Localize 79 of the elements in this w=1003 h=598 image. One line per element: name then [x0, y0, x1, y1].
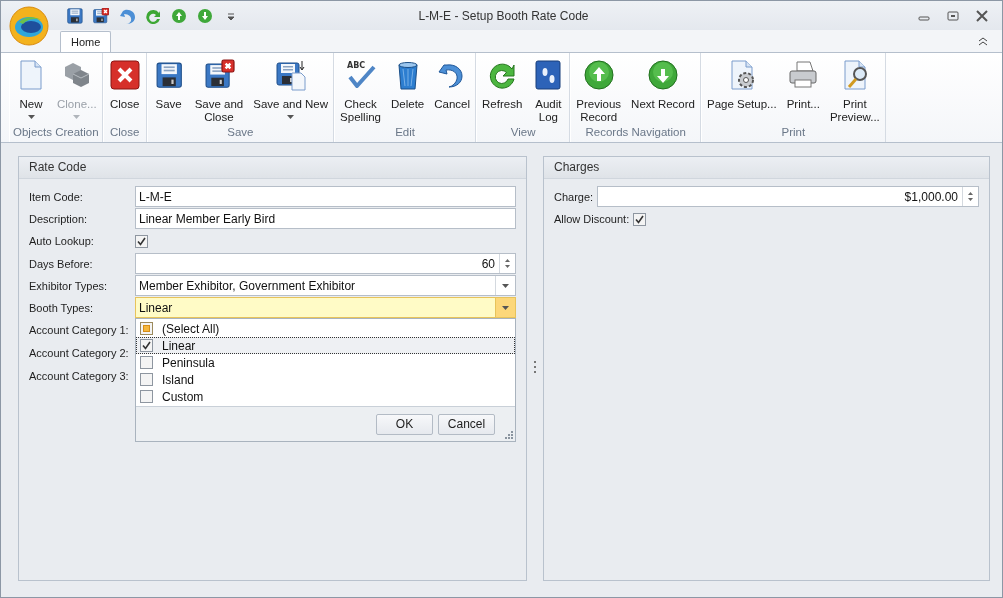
- floppy-icon: [202, 59, 235, 91]
- checkbox[interactable]: [140, 356, 153, 369]
- checkbox[interactable]: [140, 373, 153, 386]
- ribbon-button[interactable]: Previous Record: [571, 59, 627, 125]
- list-item[interactable]: Linear: [136, 337, 515, 354]
- field-label: Account Category 1:: [29, 324, 130, 336]
- collapse-icon[interactable]: [978, 36, 988, 46]
- spin-field[interactable]: $1,000.00: [597, 186, 979, 207]
- close-icon[interactable]: [976, 9, 988, 22]
- window-title: L-M-E - Setup Booth Rate Code: [417, 8, 590, 23]
- ribbon-button[interactable]: Next Record: [626, 59, 700, 125]
- ribbon-tab[interactable]: Home: [60, 31, 112, 52]
- field-label: Account Category 3:: [29, 370, 130, 382]
- spin-down-icon[interactable]: [968, 198, 973, 201]
- input-field[interactable]: Linear Member Early Bird: [135, 208, 516, 229]
- field-label: Exhibitor Types:: [29, 279, 109, 292]
- ribbon-button[interactable]: Save and New: [248, 59, 334, 125]
- field-label: Item Code:: [29, 190, 84, 203]
- ribbon-button[interactable]: Refresh: [477, 59, 528, 125]
- spin-down-icon[interactable]: [505, 265, 510, 268]
- ribbon-button[interactable]: Save and Close: [189, 59, 249, 125]
- ribbon-button[interactable]: ABC Check Spelling: [335, 59, 386, 125]
- group-label: Save: [226, 125, 255, 140]
- floppy-icon[interactable]: [93, 7, 109, 24]
- ribbon-button[interactable]: Close: [103, 59, 146, 125]
- group-label: Records Navigation: [584, 125, 687, 140]
- input-field[interactable]: L-M-E: [135, 186, 516, 207]
- field-label: Account Category 2:: [29, 347, 130, 359]
- ribbon-button[interactable]: Print Preview...: [824, 59, 885, 125]
- checkbox[interactable]: [135, 234, 148, 248]
- field-label: Days Before:: [29, 257, 94, 270]
- spin-up-icon[interactable]: [968, 192, 973, 195]
- item-label: Custom: [162, 389, 204, 404]
- restore-icon[interactable]: [947, 9, 959, 22]
- list-item[interactable]: Custom: [136, 388, 515, 405]
- ribbon-button[interactable]: Delete: [386, 59, 430, 125]
- field-label: Booth Types:: [29, 301, 94, 314]
- checkbox[interactable]: [140, 322, 153, 335]
- item-label: Peninsula: [162, 355, 215, 370]
- checkbox[interactable]: [140, 390, 153, 403]
- spin-field[interactable]: 60: [135, 253, 516, 274]
- popup-button[interactable]: Cancel: [438, 413, 495, 435]
- floppy-icon[interactable]: [67, 7, 83, 24]
- ribbon-button[interactable]: Audit Log: [527, 59, 570, 125]
- resize-grip-icon[interactable]: [504, 430, 513, 439]
- field-label: Auto Lookup:: [29, 235, 95, 247]
- dropdown-arrow-icon[interactable]: [502, 305, 509, 310]
- close-icon: [108, 59, 141, 91]
- group-label: Objects Creation: [12, 125, 100, 140]
- ribbon-button[interactable]: Cancel: [429, 59, 476, 125]
- checkbox[interactable]: [140, 339, 153, 352]
- ribbon-button[interactable]: New: [10, 59, 52, 125]
- list-item[interactable]: Island: [136, 371, 515, 388]
- group-label: Print: [780, 125, 807, 140]
- group-label: View: [509, 125, 537, 140]
- ribbon-button[interactable]: Page Setup...: [702, 59, 782, 125]
- popup-button[interactable]: OK: [376, 413, 433, 435]
- refresh-icon[interactable]: [145, 7, 161, 24]
- splitter-grip-icon[interactable]: [533, 361, 537, 376]
- group-label: Close: [108, 125, 141, 140]
- ribbon-button[interactable]: Print...: [781, 59, 825, 125]
- field-label: Description:: [29, 212, 89, 225]
- group-label: Edit: [394, 125, 416, 140]
- list-item[interactable]: Peninsula: [136, 354, 515, 371]
- field-label: Charge:: [554, 190, 594, 203]
- list-item[interactable]: (Select All): [136, 320, 515, 337]
- dropdown-arrow-icon[interactable]: [502, 283, 509, 288]
- undo-icon[interactable]: [119, 7, 135, 24]
- spin-up-icon[interactable]: [505, 259, 510, 262]
- ribbon-button[interactable]: Save: [147, 59, 190, 125]
- field-label: Allow Discount:: [554, 213, 630, 225]
- printer-icon: [787, 59, 820, 91]
- item-label: (Select All): [162, 321, 220, 336]
- floppy-icon: [274, 59, 307, 91]
- item-label: Island: [162, 372, 195, 387]
- checkbox[interactable]: [633, 212, 647, 226]
- item-label: Linear: [162, 338, 196, 353]
- dropdown-field[interactable]: Linear: [135, 297, 516, 318]
- dropdown-field[interactable]: Member Exhibitor, Government Exhibitor: [135, 275, 516, 296]
